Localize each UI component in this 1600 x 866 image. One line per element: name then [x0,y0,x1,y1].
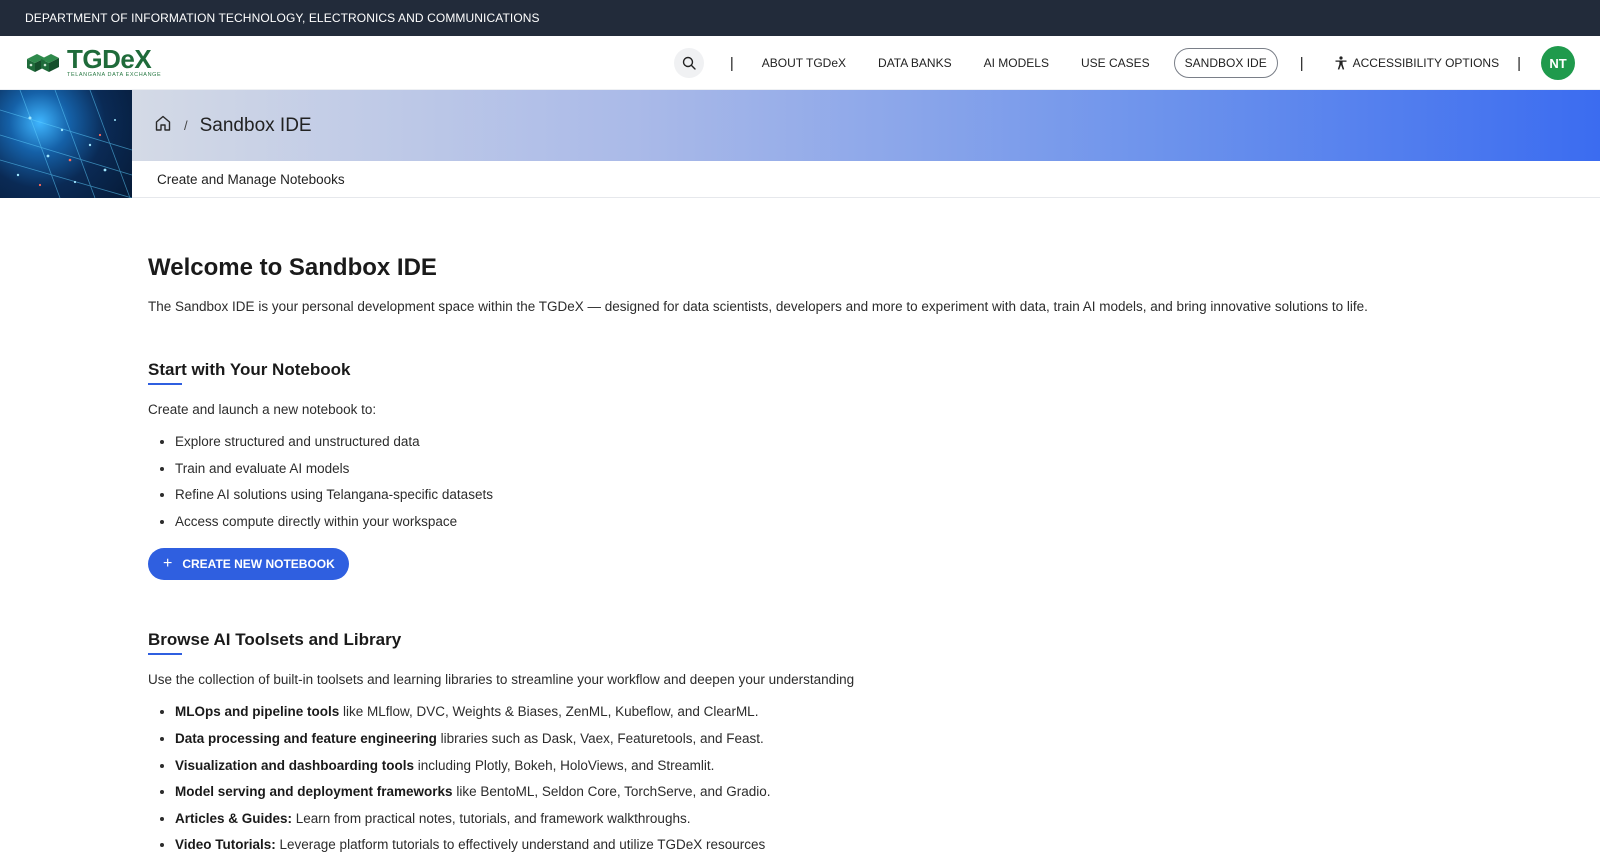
nav-separator: | [729,54,734,72]
list-item: Data processing and feature engineering … [175,726,1600,753]
logo-tagline: TELANGANA DATA EXCHANGE [67,72,162,79]
nav-separator: | [1299,54,1304,72]
list-item: Visualization and dashboarding tools inc… [175,753,1600,780]
accessibility-icon [1335,56,1347,70]
main-navbar: TGDeX TELANGANA DATA EXCHANGE | ABOUT TG… [0,36,1600,90]
accessibility-label: ACCESSIBILITY OPTIONS [1352,56,1500,70]
main-content: Welcome to Sandbox IDE The Sandbox IDE i… [0,198,1600,859]
nav-about-tgdex[interactable]: ABOUT TGDeX [762,56,846,70]
item-text: libraries such as Dask, Vaex, Featuretoo… [436,730,764,746]
item-title: Data processing and feature engineering [175,730,437,746]
department-bar: DEPARTMENT OF INFORMATION TECHNOLOGY, EL… [0,0,1600,36]
accessibility-options-button[interactable]: ACCESSIBILITY OPTIONS [1334,56,1499,70]
list-item: Video Tutorials: Leverage platform tutor… [175,832,1600,859]
notebook-section: Start with Your Notebook Create and laun… [148,360,1600,630]
notebook-list: Explore structured and unstructured data… [148,429,1600,535]
notebook-heading: Start with Your Notebook [148,360,350,385]
nav-sandbox-ide[interactable]: SANDBOX IDE [1173,48,1278,78]
breadcrumb: / Sandbox IDE [132,90,1600,162]
create-new-notebook-button[interactable]: + CREATE NEW NOTEBOOK [148,548,349,581]
list-item: Train and evaluate AI models [175,456,1600,483]
item-text: like MLflow, DVC, Weights & Biases, ZenM… [339,704,759,720]
list-item: Model serving and deployment frameworks … [175,779,1600,806]
item-title: Video Tutorials: [175,837,276,853]
item-title: MLOps and pipeline tools [175,704,340,720]
nav-menu: | ABOUT TGDeX DATA BANKS AI MODELS USE C… [673,36,1575,90]
intro-text: The Sandbox IDE is your personal develop… [148,299,1368,314]
list-item: Access compute directly within your work… [175,509,1600,536]
search-button[interactable] [673,48,704,78]
hero-circuit-image [0,90,132,198]
logo-mark-icon [25,50,61,76]
user-avatar[interactable]: NT [1541,46,1575,80]
notebook-lead: Create and launch a new notebook to: [148,402,377,417]
home-breadcrumb-link[interactable] [154,114,172,137]
list-item: Articles & Guides: Learn from practical … [175,806,1600,833]
toolsets-section: Browse AI Toolsets and Library Use the c… [148,630,1600,859]
plus-icon: + [163,555,173,573]
item-text: like BentoML, Seldon Core, TorchServe, a… [452,784,771,800]
create-notebook-label: CREATE NEW NOTEBOOK [182,557,335,572]
page-subtitle: Create and Manage Notebooks [157,171,345,187]
item-title: Visualization and dashboarding tools [175,757,415,773]
item-text: including Plotly, Bokeh, HoloViews, and … [414,757,715,773]
item-text: Leverage platform tutorials to effective… [275,837,766,853]
nav-separator: | [1517,54,1521,72]
tgdex-logo[interactable]: TGDeX TELANGANA DATA EXCHANGE [25,46,161,79]
item-text: Learn from practical notes, tutorials, a… [292,810,691,826]
page-hero: / Sandbox IDE Create and Manage Notebook… [0,90,1600,198]
nav-use-cases[interactable]: USE CASES [1081,56,1150,70]
breadcrumb-separator: / [184,118,188,134]
logo-text: TGDeX [67,44,152,75]
page-title: Sandbox IDE [199,114,312,136]
list-item: Explore structured and unstructured data [175,429,1600,456]
list-item: Refine AI solutions using Telangana-spec… [175,482,1600,509]
toolsets-list: MLOps and pipeline tools like MLflow, DV… [148,699,1600,859]
home-icon [155,115,171,131]
nav-data-banks[interactable]: DATA BANKS [878,56,952,70]
toolsets-lead: Use the collection of built-in toolsets … [148,672,855,688]
department-name: DEPARTMENT OF INFORMATION TECHNOLOGY, EL… [25,11,540,25]
welcome-heading: Welcome to Sandbox IDE [148,254,437,281]
item-title: Model serving and deployment frameworks [175,784,453,800]
list-item: MLOps and pipeline tools like MLflow, DV… [175,699,1600,726]
toolsets-heading: Browse AI Toolsets and Library [148,630,401,656]
item-title: Articles & Guides: [175,810,293,826]
nav-ai-models[interactable]: AI MODELS [984,56,1049,70]
search-icon [682,56,696,70]
